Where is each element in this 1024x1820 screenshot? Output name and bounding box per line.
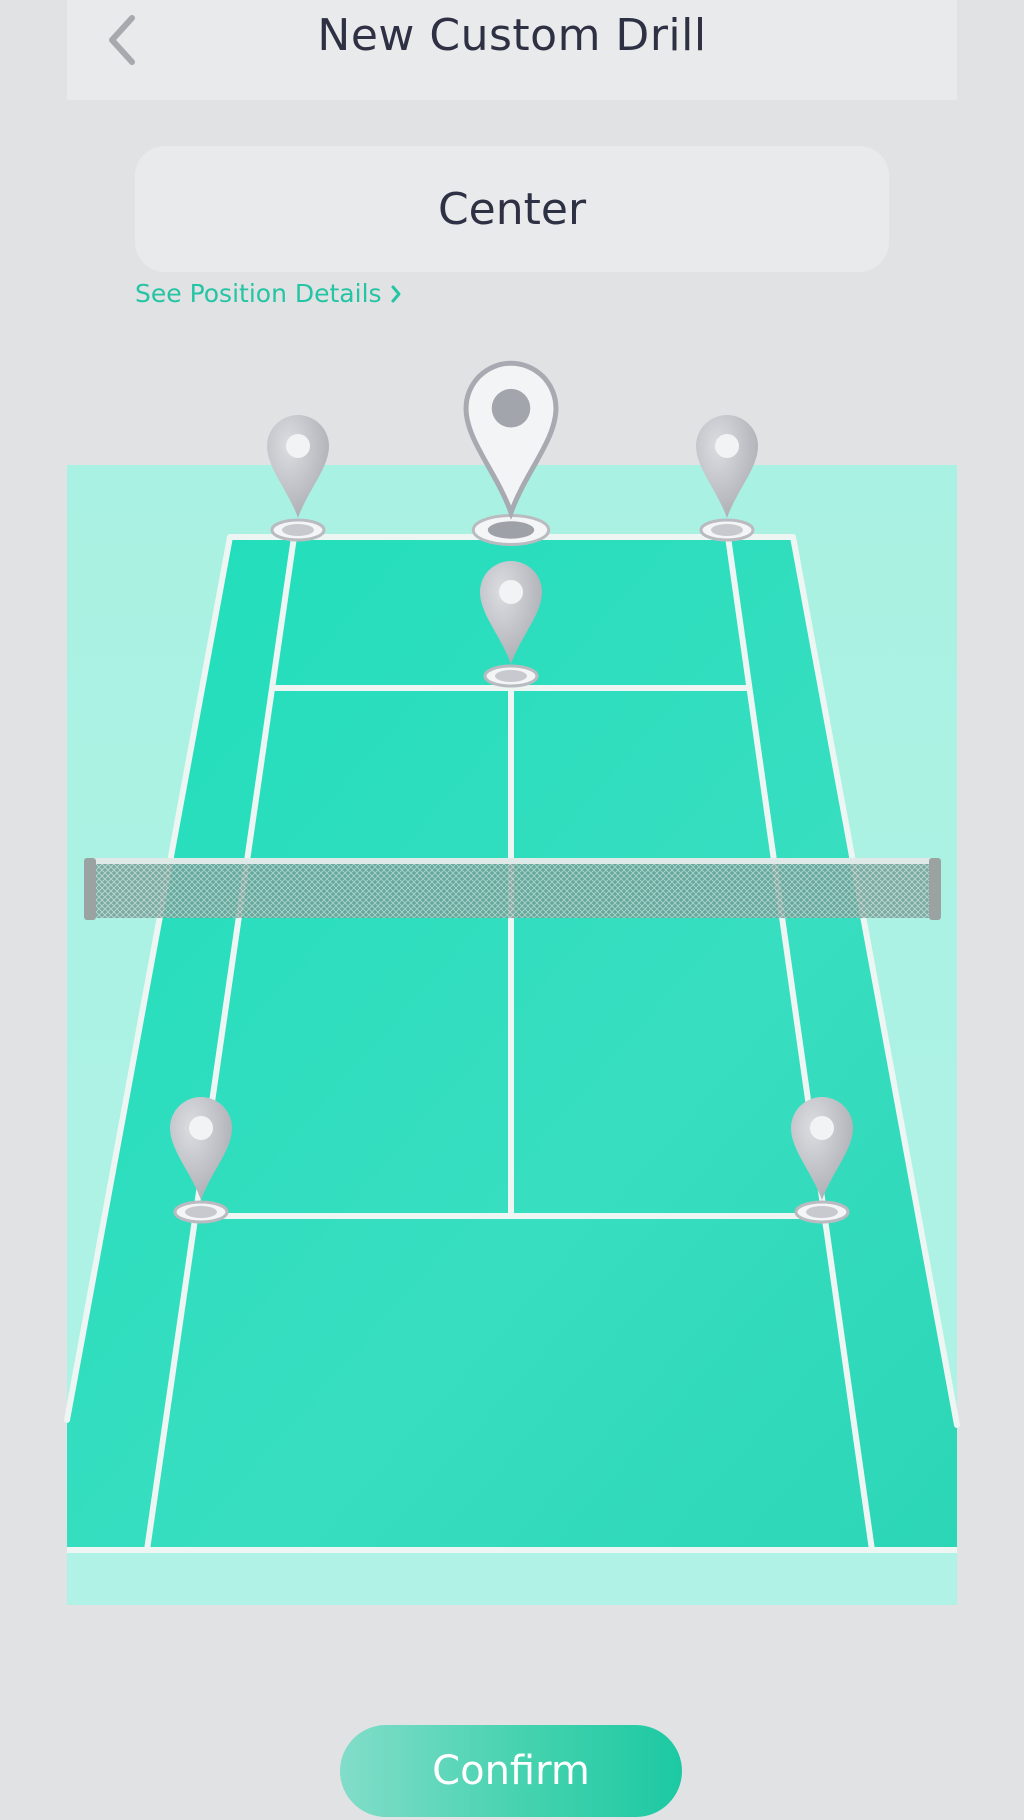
confirm-button[interactable]: Confirm <box>340 1725 682 1817</box>
location-marker-near-service-left[interactable] <box>170 1096 232 1224</box>
location-marker-baseline-right[interactable] <box>696 415 758 542</box>
location-marker-service-line-center[interactable] <box>479 560 542 688</box>
location-marker-baseline-center[interactable] <box>463 360 559 546</box>
confirm-label: Confirm <box>432 1748 590 1794</box>
location-marker-near-service-right[interactable] <box>791 1097 853 1224</box>
location-marker-baseline-left[interactable] <box>267 415 329 542</box>
position-markers <box>170 360 853 1224</box>
